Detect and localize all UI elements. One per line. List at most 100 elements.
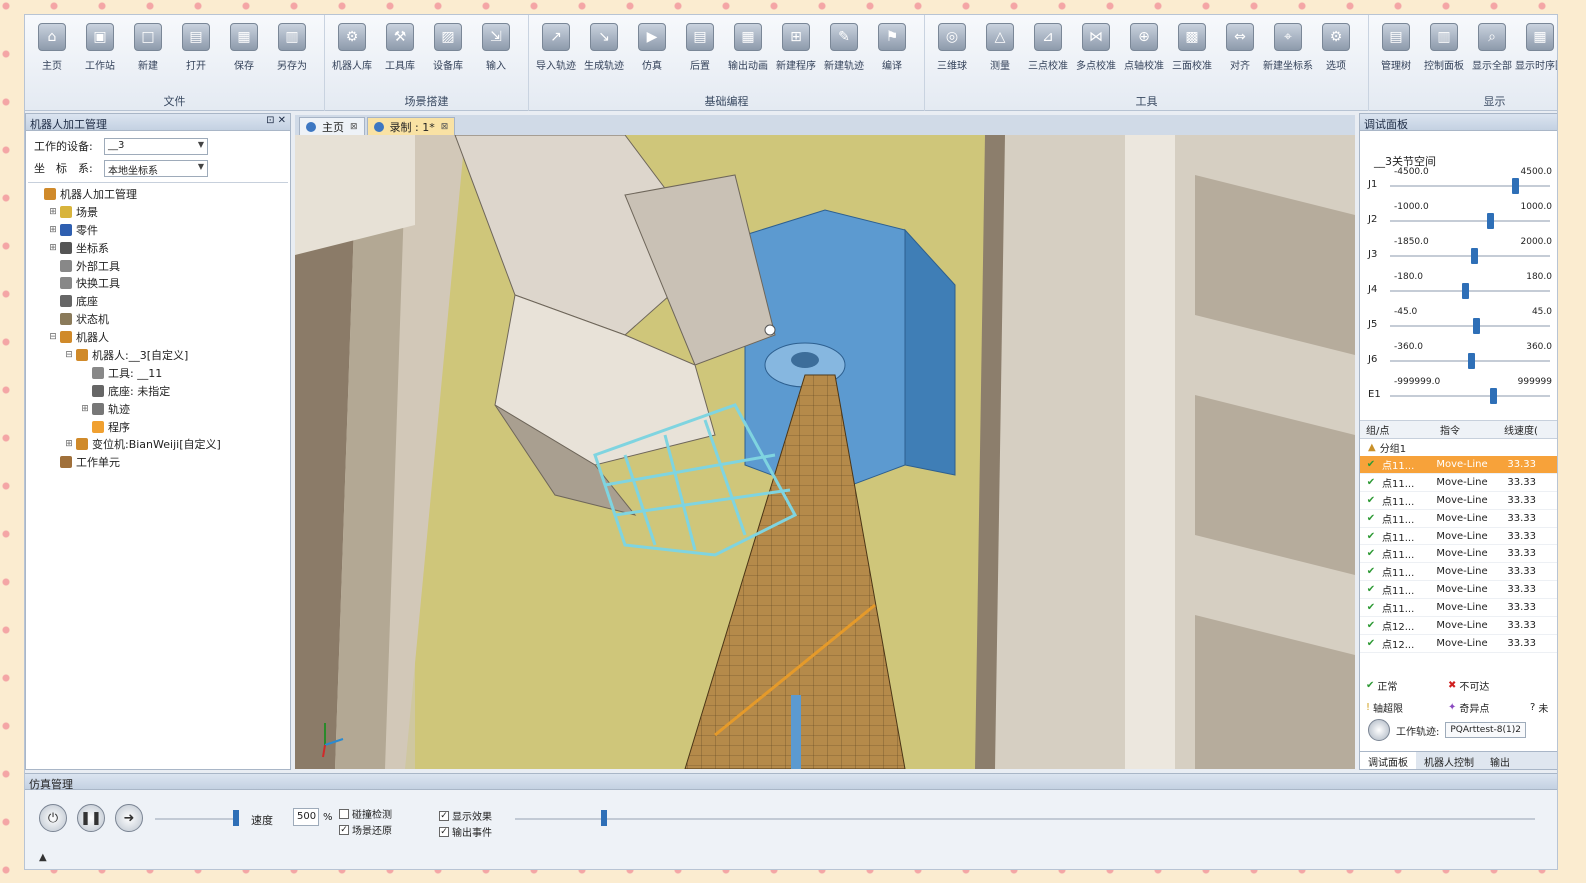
speed-slider[interactable] [155, 818, 235, 820]
pin-close-icon[interactable]: ⊡ ✕ [266, 115, 286, 126]
timeline-slider[interactable] [515, 818, 1535, 820]
tree-node[interactable]: 外部工具 [28, 257, 288, 275]
ribbon-button[interactable]: ▤ 打开 [173, 21, 219, 79]
group-row[interactable]: ▲ 分组1 [1360, 439, 1557, 456]
tree-toggle-icon[interactable]: ⊟ [48, 332, 58, 342]
tree-node[interactable]: ⊞ 零件 [28, 221, 288, 239]
ribbon-button[interactable]: ⋈ 多点校准 [1073, 21, 1119, 79]
tree-node[interactable]: ⊞ 坐标系 [28, 239, 288, 257]
output-event-checkbox[interactable]: ✓ 输出事件 [439, 824, 492, 839]
tree-node[interactable]: 工作单元 [28, 453, 288, 471]
speed-slider-thumb[interactable] [233, 810, 239, 826]
joint-slider-thumb[interactable] [1486, 213, 1494, 229]
coord-select[interactable]: 本地坐标系 ▼ [104, 159, 208, 177]
ribbon-button[interactable]: ⚙ 机器人库 [329, 21, 375, 79]
table-row[interactable]: ✔ 点11... Move-Line 33.33 [1360, 456, 1557, 474]
speed-input[interactable]: 500 [293, 808, 319, 826]
tree-node[interactable]: 底座 [28, 292, 288, 310]
ribbon-button[interactable]: ▣ 工作站 [77, 21, 123, 79]
table-row[interactable]: ✔ 点11... Move-Line 33.33 [1360, 474, 1557, 492]
joint-slider-track[interactable] [1390, 325, 1550, 327]
collision-checkbox[interactable]: 碰撞检测 [339, 806, 392, 821]
table-row[interactable]: ✔ 点12... Move-Line 33.33 [1360, 617, 1557, 635]
ribbon-button[interactable]: ▩ 三面校准 [1169, 21, 1215, 79]
ribbon-button[interactable]: ⌂ 主页 [29, 21, 75, 79]
joint-slider-thumb[interactable] [1489, 388, 1497, 404]
ribbon-button[interactable]: ⌕ 显示全部 [1469, 21, 1515, 79]
ribbon-button[interactable]: ⇲ 输入 [473, 21, 519, 79]
tree-node[interactable]: ⊞ 变位机:BianWeiji[自定义] [28, 435, 288, 453]
tab-debug-panel[interactable]: 调试面板 [1360, 752, 1416, 769]
ribbon-button[interactable]: ⚑ 编译 [869, 21, 915, 79]
ribbon-button[interactable]: ⊕ 点轴校准 [1121, 21, 1167, 79]
tree-node[interactable]: 底座: 未指定 [28, 382, 288, 400]
joint-slider-thumb[interactable] [1472, 318, 1480, 334]
ribbon-button[interactable]: ⊿ 三点校准 [1025, 21, 1071, 79]
table-row[interactable]: ✔ 点11... Move-Line 33.33 [1360, 528, 1557, 546]
pause-button[interactable]: ❚❚ [77, 804, 105, 832]
close-tab-icon[interactable]: ⊠ [441, 122, 449, 132]
joint-slider-track[interactable] [1390, 220, 1550, 222]
ribbon-button[interactable]: ✎ 新建轨迹 [821, 21, 867, 79]
3d-viewport[interactable] [295, 135, 1355, 769]
tree-toggle-icon[interactable]: ⊞ [48, 243, 58, 253]
joint-slider-thumb[interactable] [1461, 283, 1469, 299]
show-effect-checkbox[interactable]: ✓ 显示效果 [439, 808, 492, 823]
device-select[interactable]: __3 ▼ [104, 137, 208, 155]
ribbon-button[interactable]: □ 新建 [125, 21, 171, 79]
document-tab[interactable]: 录制 : 1* ⊠ [366, 117, 456, 135]
ribbon-button[interactable]: ▥ 控制面板 [1421, 21, 1467, 79]
tab-output[interactable]: 输出 [1482, 752, 1518, 769]
tree-node[interactable]: ⊞ 轨迹 [28, 400, 288, 418]
joint-slider-thumb[interactable] [1471, 248, 1479, 264]
ribbon-button[interactable]: ⊞ 新建程序 [773, 21, 819, 79]
ribbon-button[interactable]: ↗ 导入轨迹 [533, 21, 579, 79]
ribbon-button[interactable]: ▶ 仿真 [629, 21, 675, 79]
table-row[interactable]: ✔ 点11... Move-Line 33.33 [1360, 563, 1557, 582]
tree-node[interactable]: 状态机 [28, 310, 288, 328]
ribbon-button[interactable]: △ 测量 [977, 21, 1023, 79]
tree-toggle-icon[interactable]: ⊟ [64, 350, 74, 360]
restore-checkbox[interactable]: ✓ 场景还原 [339, 822, 392, 837]
tree-toggle-icon[interactable]: ⊞ [64, 439, 74, 449]
play-track-button[interactable] [1368, 719, 1390, 741]
joint-slider-track[interactable] [1390, 395, 1550, 397]
tree-node[interactable]: ⊟ 机器人 [28, 328, 288, 346]
ribbon-button[interactable]: ◎ 三维球 [929, 21, 975, 79]
table-row[interactable]: ✔ 点11... Move-Line 33.33 [1360, 510, 1557, 528]
table-row[interactable]: ✔ 点11... Move-Line 33.33 [1360, 545, 1557, 564]
close-tab-icon[interactable]: ⊠ [350, 122, 358, 132]
ribbon-button[interactable]: ▥ 另存为 [269, 21, 315, 79]
work-track-select[interactable]: PQArttest-8(1)2 [1445, 722, 1527, 738]
ribbon-button[interactable]: ▦ 显示时序图 [1515, 21, 1557, 79]
tree-toggle-icon[interactable]: ⊞ [48, 207, 58, 217]
tree-node[interactable]: 机器人加工管理 [28, 185, 288, 203]
joint-slider-track[interactable] [1390, 255, 1550, 257]
tree-node[interactable]: 工具: __11 [28, 364, 288, 382]
document-tab[interactable]: 主页 ⊠ [299, 117, 365, 135]
tree-node[interactable]: 快换工具 [28, 274, 288, 292]
joint-slider-track[interactable] [1390, 290, 1550, 292]
ribbon-button[interactable]: ⇔ 对齐 [1217, 21, 1263, 79]
table-row[interactable]: ✔ 点12... Move-Line 33.33 [1360, 635, 1557, 653]
table-row[interactable]: ✔ 点11... Move-Line 33.33 [1360, 599, 1557, 618]
table-row[interactable]: ✔ 点11... Move-Line 33.33 [1360, 492, 1557, 510]
timeline-thumb[interactable] [601, 810, 607, 826]
joint-slider-thumb[interactable] [1468, 353, 1475, 369]
step-forward-button[interactable]: ➜ [115, 804, 143, 832]
tree-node[interactable]: ⊟ 机器人:__3[自定义] [28, 346, 288, 364]
ribbon-button[interactable]: ⚙ 选项 [1313, 21, 1359, 79]
ribbon-button[interactable]: ⌖ 新建坐标系 [1263, 21, 1313, 79]
table-row[interactable]: ✔ 点11... Move-Line 33.33 [1360, 581, 1557, 600]
joint-slider-track[interactable] [1390, 185, 1550, 187]
tree-toggle-icon[interactable]: ⊞ [80, 404, 90, 414]
ribbon-button[interactable]: ⚒ 工具库 [377, 21, 423, 79]
tab-robot-control[interactable]: 机器人控制 [1416, 752, 1482, 769]
ribbon-button[interactable]: ▦ 保存 [221, 21, 267, 79]
ribbon-button[interactable]: ▤ 后置 [677, 21, 723, 79]
ribbon-button[interactable]: ▨ 设备库 [425, 21, 471, 79]
tree-node[interactable]: 程序 [28, 418, 288, 436]
power-button[interactable]: ⏻ [39, 804, 67, 832]
ribbon-button[interactable]: ↘ 生成轨迹 [581, 21, 627, 79]
tree-toggle-icon[interactable]: ⊞ [48, 225, 58, 235]
